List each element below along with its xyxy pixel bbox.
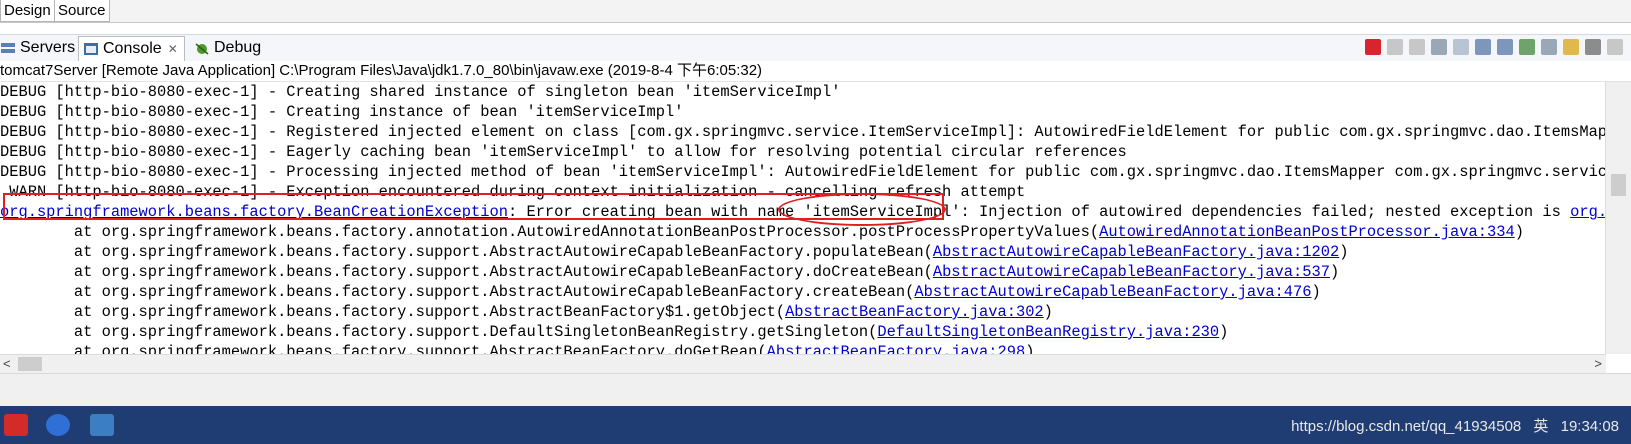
show-stderr-icon[interactable] <box>1497 39 1513 55</box>
stack-frame-text: at org.springframework.beans.factory.ann… <box>0 223 1100 241</box>
stack-frame-text: at org.springframework.beans.factory.sup… <box>0 343 767 354</box>
view-tab-bar: Servers Console ✕ Debug <box>0 34 1631 62</box>
stack-frame-link[interactable]: AbstractBeanFactory.java:302 <box>785 303 1044 321</box>
stack-frame: at org.springframework.beans.factory.sup… <box>0 262 1606 282</box>
stack-frame-tail: ) <box>1311 283 1321 301</box>
horizontal-scrollbar[interactable]: < > <box>0 354 1606 373</box>
wps-app-icon[interactable] <box>46 414 70 436</box>
stack-frame: at org.springframework.beans.factory.sup… <box>0 242 1606 262</box>
clock[interactable]: 19:34:08 <box>1561 418 1619 435</box>
scroll-right-icon[interactable]: > <box>1594 355 1602 373</box>
status-bar <box>0 373 1631 407</box>
console-line: DEBUG [http-bio-8080-exec-1] - Processin… <box>0 163 1606 181</box>
stack-frame-tail: ) <box>1219 323 1229 341</box>
tab-console-label: Console <box>103 40 162 57</box>
clear-console-icon[interactable] <box>1431 39 1447 55</box>
console-line: DEBUG [http-bio-8080-exec-1] - Eagerly c… <box>0 143 1127 161</box>
spacer <box>0 23 1631 34</box>
console-line: DEBUG [http-bio-8080-exec-1] - Creating … <box>0 83 841 101</box>
launch-description: tomcat7Server [Remote Java Application] … <box>0 61 1631 82</box>
console-toolbar <box>1365 39 1623 57</box>
stack-frame: at org.springframework.beans.factory.sup… <box>0 282 1606 302</box>
stack-frame-link[interactable]: DefaultSingletonBeanRegistry.java:230 <box>877 323 1219 341</box>
stack-frame-text: at org.springframework.beans.factory.sup… <box>0 323 878 341</box>
show-stdout-icon[interactable] <box>1475 39 1491 55</box>
stack-frame-link[interactable]: AbstractAutowireCapableBeanFactory.java:… <box>933 263 1330 281</box>
stack-frame-text: at org.springframework.beans.factory.sup… <box>0 303 786 321</box>
annotation-ellipse <box>778 193 946 226</box>
stack-frame-text: at org.springframework.beans.factory.sup… <box>0 263 933 281</box>
editor-tab-bar: Design Source <box>0 0 1631 23</box>
remove-launch-icon[interactable] <box>1387 39 1403 55</box>
windows-taskbar: https://blog.csdn.net/qq_41934508 英 19:3… <box>0 406 1631 444</box>
minimize-icon[interactable] <box>1607 39 1623 55</box>
tab-design[interactable]: Design <box>0 0 55 22</box>
remove-all-icon[interactable] <box>1409 39 1425 55</box>
stack-frame-tail: ) <box>1514 223 1524 241</box>
stack-frame-tail: ) <box>1339 243 1349 261</box>
pin-console-icon[interactable] <box>1519 39 1535 55</box>
stack-frame: at org.springframework.beans.factory.sup… <box>0 322 1606 342</box>
stack-frame: at org.springframework.beans.factory.ann… <box>0 222 1606 242</box>
system-tray: https://blog.csdn.net/qq_41934508 英 19:3… <box>1291 415 1619 436</box>
display-console-icon[interactable] <box>1541 39 1557 55</box>
stack-frame-text: at org.springframework.beans.factory.sup… <box>0 283 915 301</box>
scroll-lock-icon[interactable] <box>1453 39 1469 55</box>
ime-indicator[interactable]: 英 <box>1533 418 1548 435</box>
scroll-left-icon[interactable]: < <box>3 355 11 373</box>
stack-frame-tail: ) <box>1329 263 1340 281</box>
stack-frame: at org.springframework.beans.factory.sup… <box>0 342 1606 354</box>
stack-frame-link[interactable]: AbstractAutowireCapableBeanFactory.java:… <box>933 243 1339 261</box>
watermark-text: https://blog.csdn.net/qq_41934508 <box>1291 418 1522 435</box>
stack-frame-link[interactable]: AutowiredAnnotationBeanPostProcessor.jav… <box>1099 223 1515 241</box>
tab-servers[interactable]: Servers <box>0 36 75 60</box>
servers-icon <box>0 40 16 56</box>
eclipse-app-icon[interactable] <box>90 414 114 436</box>
terminate-icon[interactable] <box>1365 39 1381 55</box>
open-console-icon[interactable] <box>1563 39 1579 55</box>
tab-debug-label: Debug <box>214 39 262 56</box>
tab-debug[interactable]: Debug <box>194 36 261 60</box>
horizontal-scroll-thumb[interactable] <box>18 357 42 371</box>
stack-frame-text: at org.springframework.beans.factory.sup… <box>0 243 933 261</box>
console-line: DEBUG [http-bio-8080-exec-1] - Creating … <box>0 103 684 121</box>
stack-frame-tail: ) <box>1025 343 1035 354</box>
youdao-app-icon[interactable] <box>4 414 28 436</box>
tab-console[interactable]: Console ✕ <box>78 36 185 61</box>
close-icon[interactable]: ✕ <box>168 37 178 61</box>
stack-frame-link[interactable]: AbstractBeanFactory.java:298 <box>767 343 1026 354</box>
stack-frame-link[interactable]: AbstractAutowireCapableBeanFactory.java:… <box>914 283 1311 301</box>
vertical-scroll-thumb[interactable] <box>1611 174 1626 196</box>
view-menu-icon[interactable] <box>1585 39 1601 55</box>
tab-servers-label: Servers <box>20 39 76 56</box>
vertical-scrollbar[interactable] <box>1605 82 1631 354</box>
debug-icon <box>194 40 210 56</box>
stack-frame-tail: ) <box>1043 303 1053 321</box>
stack-frame: at org.springframework.beans.factory.sup… <box>0 302 1606 322</box>
console-icon <box>83 41 99 57</box>
nested-exception-link[interactable]: org.sprin <box>1570 203 1606 221</box>
console-line: DEBUG [http-bio-8080-exec-1] - Registere… <box>0 123 1606 141</box>
tab-source[interactable]: Source <box>54 0 110 22</box>
